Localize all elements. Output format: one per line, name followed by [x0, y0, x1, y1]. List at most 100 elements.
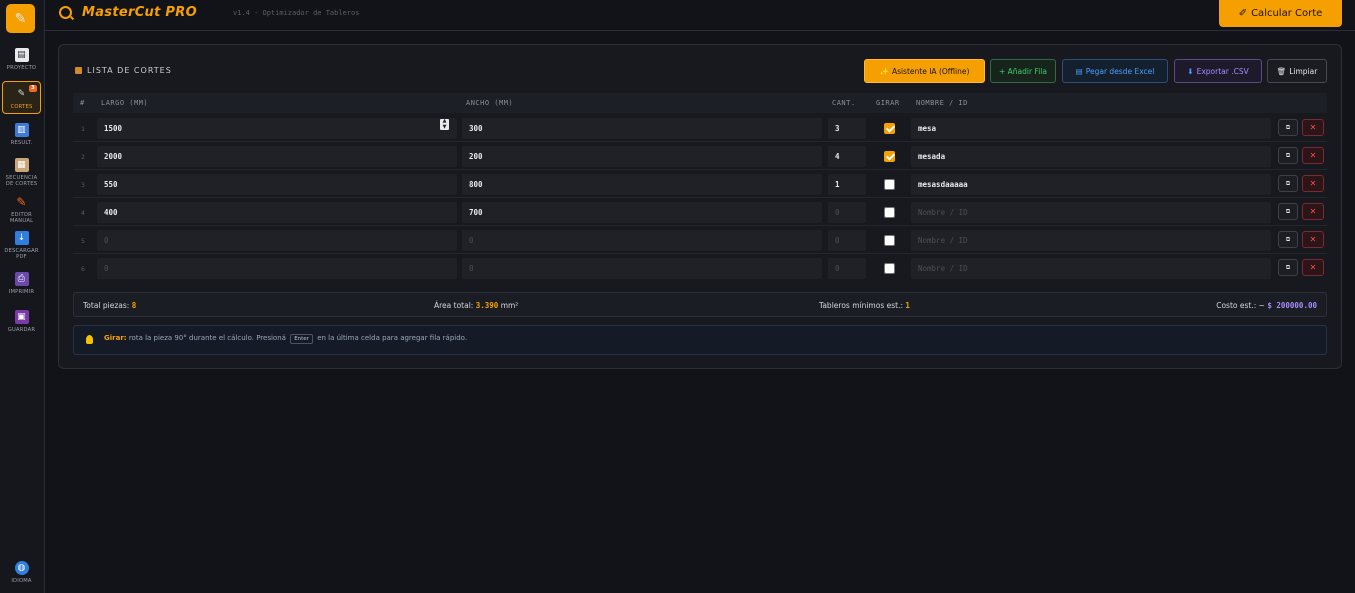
table-row: 6 0 0 0 Nombre / ID ⧉ ✕: [73, 254, 1327, 282]
number-spinner[interactable]: ▲ ▼: [440, 118, 449, 130]
ancho-input[interactable]: 0: [462, 230, 822, 251]
table-row: 3 550 800 1 mesasdaaaaa ⧉ ✕: [73, 170, 1327, 198]
duplicate-row-button[interactable]: ⧉: [1278, 119, 1298, 136]
largo-input[interactable]: 0: [97, 258, 457, 279]
table-row: 5 0 0 0 Nombre / ID ⧉ ✕: [73, 226, 1327, 254]
girar-checkbox[interactable]: [884, 151, 895, 162]
column-header-cant: CANT.: [832, 99, 856, 107]
sidebar-item-proyecto[interactable]: ▤ PROYECTO: [2, 48, 41, 71]
total-area: Área total: 3.390 mm²: [434, 301, 519, 310]
total-pieces-value: 8: [131, 301, 137, 310]
box-icon: [75, 67, 82, 74]
sidebar-item-label: IMPRIMIR: [8, 289, 35, 295]
cant-input[interactable]: 3: [828, 118, 866, 139]
app-logo-button[interactable]: ✎: [6, 4, 35, 33]
chart-icon: ▥: [14, 123, 29, 137]
clipboard-icon: ▦: [14, 158, 29, 172]
nombre-input[interactable]: mesasdaaaaa: [911, 174, 1271, 195]
add-row-button[interactable]: + Añadir Fila: [990, 59, 1056, 83]
duplicate-row-button[interactable]: ⧉: [1278, 147, 1298, 164]
largo-input[interactable]: 400: [97, 202, 457, 223]
clear-button[interactable]: 🗑 Limpiar: [1267, 59, 1327, 83]
sidebar-item-label: GUARDAR: [7, 327, 36, 333]
duplicate-row-button[interactable]: ⧉: [1278, 175, 1298, 192]
delete-row-button[interactable]: ✕: [1302, 231, 1324, 248]
saw-icon: ✎: [14, 10, 27, 27]
cant-input[interactable]: 4: [828, 146, 866, 167]
search-icon: [59, 6, 72, 19]
app-title: MasterCut PRO: [82, 5, 197, 20]
cant-input[interactable]: 0: [828, 230, 866, 251]
girar-checkbox[interactable]: [884, 123, 895, 134]
duplicate-row-button[interactable]: ⧉: [1278, 231, 1298, 248]
nombre-input[interactable]: Nombre / ID: [911, 230, 1271, 251]
copy-icon: ⧉: [1285, 123, 1291, 131]
paste-excel-button[interactable]: ▤ Pegar desde Excel: [1062, 59, 1168, 83]
row-number: 6: [81, 265, 85, 273]
sidebar-item-imprimir[interactable]: ⎙ IMPRIMIR: [2, 272, 41, 295]
largo-input[interactable]: 2000: [97, 146, 457, 167]
ancho-input[interactable]: 700: [462, 202, 822, 223]
close-icon: ✕: [1309, 123, 1317, 132]
delete-row-button[interactable]: ✕: [1302, 203, 1324, 220]
min-boards-value: 1: [905, 301, 910, 310]
total-pieces: Total piezas: 8: [83, 301, 137, 310]
ancho-input[interactable]: 200: [462, 146, 822, 167]
cant-input[interactable]: 0: [828, 258, 866, 279]
sidebar-item-guardar[interactable]: ▣ GUARDAR: [2, 310, 41, 333]
estimated-cost: Costo est.: ~ $ 200000.00: [1216, 301, 1317, 310]
printer-icon: ⎙: [14, 272, 29, 286]
largo-input[interactable]: 1500: [97, 118, 457, 139]
nombre-input[interactable]: mesa: [911, 118, 1271, 139]
ancho-input[interactable]: 300: [462, 118, 822, 139]
cant-input[interactable]: 0: [828, 202, 866, 223]
girar-checkbox[interactable]: [884, 235, 895, 246]
calculate-button[interactable]: ✐ Calcular Corte: [1219, 0, 1342, 27]
export-csv-button[interactable]: ⬇ Exportar .CSV: [1174, 59, 1262, 83]
ai-assistant-button[interactable]: ✨ Asistente IA (Offline): [864, 59, 985, 83]
save-icon: ▣: [14, 310, 29, 324]
tip-text: Girar: rota la pieza 90° durante el cálc…: [104, 334, 468, 344]
nombre-input[interactable]: Nombre / ID: [911, 258, 1271, 279]
eraser-icon: ✐: [1238, 8, 1248, 19]
sidebar-item-label: RESULT.: [10, 140, 33, 146]
largo-input[interactable]: 550: [97, 174, 457, 195]
copy-icon: ⧉: [1285, 235, 1291, 243]
table-row: 2 2000 200 4 mesada ⧉ ✕: [73, 142, 1327, 170]
delete-row-button[interactable]: ✕: [1302, 147, 1324, 164]
trash-icon: 🗑: [1276, 66, 1287, 76]
document-icon: ▤: [14, 48, 29, 62]
sidebar-item-secuencia[interactable]: ▦ SECUENCIA DE CORTES: [2, 158, 41, 187]
sparkles-icon: ✨: [879, 66, 889, 76]
largo-input[interactable]: 0: [97, 230, 457, 251]
duplicate-row-button[interactable]: ⧉: [1278, 203, 1298, 220]
girar-checkbox[interactable]: [884, 207, 895, 218]
girar-checkbox[interactable]: [884, 179, 895, 190]
sidebar-item-editor[interactable]: ✎ EDITOR MANUAL: [2, 195, 41, 224]
girar-checkbox[interactable]: [884, 263, 895, 274]
duplicate-row-button[interactable]: ⧉: [1278, 259, 1298, 276]
top-bar: MasterCut PRO v1.4 - Optimizador de Tabl…: [45, 0, 1355, 31]
saw-icon: ✎: [17, 89, 26, 99]
delete-row-button[interactable]: ✕: [1302, 175, 1324, 192]
sidebar-item-descargar[interactable]: ↓ DESCARGAR PDF: [2, 231, 41, 260]
sidebar-item-label: IDIOMA: [11, 578, 32, 584]
tip-box: Girar: rota la pieza 90° durante el cálc…: [73, 325, 1327, 355]
copy-icon: ⧉: [1285, 179, 1291, 187]
row-number: 4: [81, 209, 85, 217]
table-row: 4 400 700 0 Nombre / ID ⧉ ✕: [73, 198, 1327, 226]
row-number: 2: [81, 153, 85, 161]
sidebar-item-cortes[interactable]: ✎ CORTES 3: [2, 81, 41, 114]
sidebar-item-idioma[interactable]: ◍ IDIOMA: [2, 561, 41, 584]
cant-input[interactable]: 1: [828, 174, 866, 195]
delete-row-button[interactable]: ✕: [1302, 119, 1324, 136]
globe-icon: ◍: [14, 561, 29, 575]
sidebar-item-label: DESCARGAR PDF: [4, 248, 39, 260]
ancho-input[interactable]: 800: [462, 174, 822, 195]
nombre-input[interactable]: Nombre / ID: [911, 202, 1271, 223]
nombre-input[interactable]: mesada: [911, 146, 1271, 167]
sidebar-item-result[interactable]: ▥ RESULT.: [2, 123, 41, 146]
delete-row-button[interactable]: ✕: [1302, 259, 1324, 276]
ancho-input[interactable]: 0: [462, 258, 822, 279]
copy-icon: ⧉: [1285, 263, 1291, 271]
